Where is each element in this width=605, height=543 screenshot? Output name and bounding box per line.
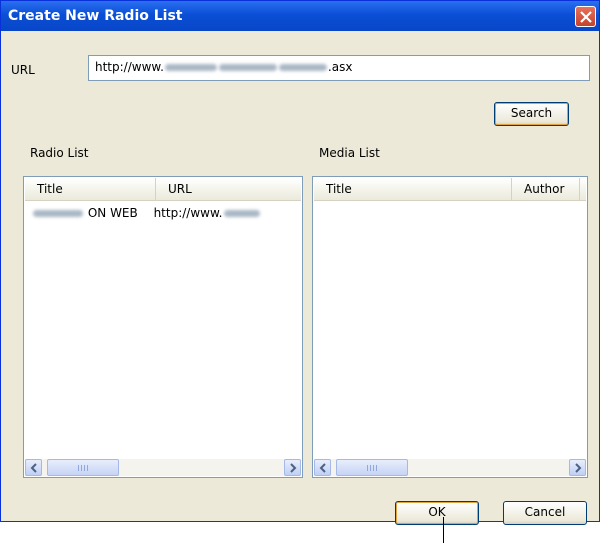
radio-list-label: Radio List bbox=[30, 146, 89, 160]
media-list-header: Title Author bbox=[314, 178, 586, 201]
list-item[interactable]: ON WEB http://www. bbox=[32, 206, 261, 220]
dialog-title: Create New Radio List bbox=[8, 8, 183, 24]
redacted-text bbox=[223, 210, 260, 217]
radio-list[interactable]: Title URL ON WEB http://www. bbox=[23, 176, 303, 478]
column-header-title[interactable]: Title bbox=[25, 178, 156, 200]
chevron-right-icon bbox=[575, 463, 582, 473]
url-label: URL bbox=[11, 63, 35, 77]
title-bar[interactable]: Create New Radio List bbox=[1, 1, 599, 31]
chevron-left-icon bbox=[30, 463, 37, 473]
url-input[interactable]: http://www. .asx bbox=[88, 55, 590, 81]
cancel-button[interactable]: Cancel bbox=[503, 501, 587, 525]
redacted-text bbox=[164, 64, 217, 71]
radio-list-header: Title URL bbox=[25, 178, 301, 201]
scroll-thumb[interactable] bbox=[336, 459, 408, 476]
column-header-author[interactable]: Author bbox=[512, 178, 580, 200]
redacted-text bbox=[33, 210, 83, 217]
column-header-url[interactable]: URL bbox=[156, 178, 302, 200]
horizontal-scrollbar[interactable] bbox=[314, 459, 586, 476]
scroll-right-button[interactable] bbox=[284, 459, 301, 476]
horizontal-scrollbar[interactable] bbox=[25, 459, 301, 476]
close-icon bbox=[580, 11, 592, 23]
chevron-left-icon bbox=[319, 463, 326, 473]
scroll-thumb[interactable] bbox=[47, 459, 119, 476]
redacted-text bbox=[218, 64, 277, 71]
ok-button[interactable]: OK bbox=[395, 501, 479, 525]
callout-line bbox=[443, 517, 444, 543]
scroll-right-button[interactable] bbox=[569, 459, 586, 476]
scroll-left-button[interactable] bbox=[314, 459, 331, 476]
media-list-label: Media List bbox=[319, 146, 380, 160]
scroll-left-button[interactable] bbox=[25, 459, 42, 476]
close-button[interactable] bbox=[575, 6, 596, 27]
search-button[interactable]: Search bbox=[494, 102, 569, 126]
column-header-title[interactable]: Title bbox=[314, 178, 512, 200]
redacted-text bbox=[278, 64, 327, 71]
chevron-right-icon bbox=[290, 463, 297, 473]
create-radio-list-dialog: Create New Radio List URL http://www. .as… bbox=[0, 0, 600, 525]
media-list[interactable]: Title Author bbox=[312, 176, 588, 478]
